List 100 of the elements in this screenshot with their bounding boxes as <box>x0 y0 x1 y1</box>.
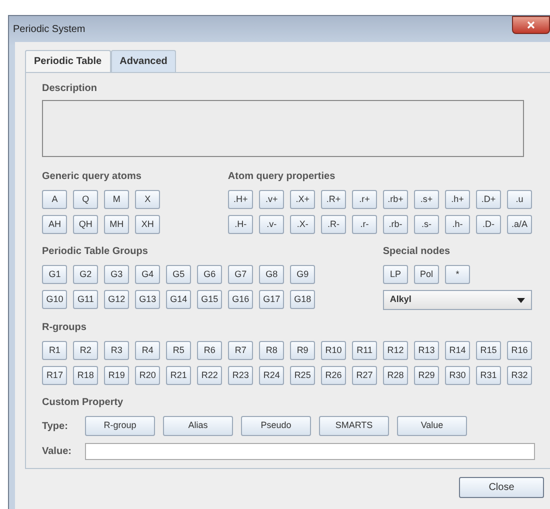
query-button[interactable]: R11 <box>352 341 378 360</box>
close-button[interactable]: Close <box>459 477 544 498</box>
query-button[interactable]: G13 <box>134 290 160 309</box>
query-button[interactable]: R16 <box>506 341 532 360</box>
section-label: Description <box>42 82 98 96</box>
type-button[interactable]: Value <box>397 416 467 436</box>
query-button[interactable]: R18 <box>72 366 98 385</box>
query-button[interactable]: .R- <box>320 215 346 234</box>
query-button[interactable]: .X+ <box>290 190 316 209</box>
caret-icon <box>517 298 526 302</box>
query-button[interactable]: R25 <box>290 366 316 385</box>
tab[interactable]: Advanced <box>110 50 176 72</box>
query-button[interactable]: .v- <box>258 215 284 234</box>
query-button[interactable]: R2 <box>72 341 98 360</box>
query-button[interactable]: G17 <box>258 290 284 309</box>
section-label: Custom Property <box>42 396 124 410</box>
query-button[interactable]: R12 <box>382 341 408 360</box>
query-button[interactable]: R5 <box>166 341 192 360</box>
query-button[interactable]: .r- <box>352 215 378 234</box>
query-button[interactable]: G16 <box>228 290 254 309</box>
query-button[interactable]: R28 <box>382 366 408 385</box>
value-field[interactable] <box>85 443 535 460</box>
query-button[interactable]: .a/A <box>506 215 532 234</box>
query-button[interactable]: R4 <box>134 341 160 360</box>
query-button[interactable]: X <box>134 190 160 209</box>
query-button[interactable]: R15 <box>476 341 502 360</box>
query-button[interactable]: LP <box>382 265 408 284</box>
query-button[interactable]: AH <box>42 215 68 234</box>
query-button[interactable]: R14 <box>444 341 470 360</box>
query-button[interactable]: R7 <box>228 341 254 360</box>
query-button[interactable]: R10 <box>320 341 346 360</box>
query-button[interactable]: R21 <box>166 366 192 385</box>
query-button[interactable]: G1 <box>42 265 68 284</box>
query-button[interactable]: G11 <box>72 290 98 309</box>
query-button[interactable]: G15 <box>196 290 222 309</box>
query-button[interactable]: .rb+ <box>382 190 408 209</box>
query-button[interactable]: .X- <box>290 215 316 234</box>
query-button[interactable]: R29 <box>414 366 440 385</box>
query-button[interactable]: G12 <box>104 290 130 309</box>
query-button[interactable]: R32 <box>506 366 532 385</box>
query-button[interactable]: .r+ <box>352 190 378 209</box>
section-label: Generic query atoms <box>42 170 142 184</box>
query-button[interactable]: R8 <box>258 341 284 360</box>
description-field[interactable] <box>42 100 524 157</box>
tab[interactable]: Periodic Table <box>25 50 111 72</box>
query-button[interactable]: R22 <box>196 366 222 385</box>
query-button[interactable]: R13 <box>414 341 440 360</box>
type-button[interactable]: SMARTS <box>319 416 389 436</box>
dropdown[interactable]: Alkyl <box>382 290 532 310</box>
type-button[interactable]: Alias <box>163 416 233 436</box>
query-button[interactable]: .rb- <box>382 215 408 234</box>
query-button[interactable]: G4 <box>134 265 160 284</box>
query-button[interactable]: G9 <box>290 265 316 284</box>
query-button[interactable]: R9 <box>290 341 316 360</box>
query-button[interactable]: R27 <box>352 366 378 385</box>
query-button[interactable]: .R+ <box>320 190 346 209</box>
query-button[interactable]: A <box>42 190 68 209</box>
query-button[interactable]: QH <box>72 215 98 234</box>
section-label: R-groups <box>42 321 88 335</box>
query-button[interactable]: R23 <box>228 366 254 385</box>
query-button[interactable]: .D- <box>476 215 502 234</box>
query-button[interactable]: G6 <box>196 265 222 284</box>
query-button[interactable]: G18 <box>290 290 316 309</box>
query-button[interactable]: R6 <box>196 341 222 360</box>
query-button[interactable]: R3 <box>104 341 130 360</box>
query-button[interactable]: .s- <box>414 215 440 234</box>
query-button[interactable]: R17 <box>42 366 68 385</box>
close-button[interactable] <box>512 16 550 34</box>
query-button[interactable]: .v+ <box>258 190 284 209</box>
query-button[interactable]: .s+ <box>414 190 440 209</box>
query-button[interactable]: M <box>104 190 130 209</box>
query-button[interactable]: R31 <box>476 366 502 385</box>
query-button[interactable]: R24 <box>258 366 284 385</box>
query-button[interactable]: Pol <box>414 265 440 284</box>
query-button[interactable]: XH <box>134 215 160 234</box>
type-button[interactable]: Pseudo <box>241 416 311 436</box>
query-button[interactable]: G14 <box>166 290 192 309</box>
query-button[interactable]: R26 <box>320 366 346 385</box>
query-button[interactable]: .u <box>506 190 532 209</box>
query-button[interactable]: G10 <box>42 290 68 309</box>
query-button[interactable]: G8 <box>258 265 284 284</box>
query-button[interactable]: .h- <box>444 215 470 234</box>
query-button[interactable]: .D+ <box>476 190 502 209</box>
dropdown-value: Alkyl <box>390 293 412 306</box>
query-button[interactable]: R30 <box>444 366 470 385</box>
query-button[interactable]: Q <box>72 190 98 209</box>
query-button[interactable]: G7 <box>228 265 254 284</box>
query-button[interactable]: R19 <box>104 366 130 385</box>
query-button[interactable]: * <box>444 265 470 284</box>
query-button[interactable]: .H- <box>228 215 254 234</box>
query-button[interactable]: .H+ <box>228 190 254 209</box>
query-button[interactable]: R20 <box>134 366 160 385</box>
query-button[interactable]: G2 <box>72 265 98 284</box>
section-label: Special nodes <box>382 245 452 259</box>
query-button[interactable]: .h+ <box>444 190 470 209</box>
query-button[interactable]: G3 <box>104 265 130 284</box>
query-button[interactable]: G5 <box>166 265 192 284</box>
type-button[interactable]: R-group <box>85 416 155 436</box>
query-button[interactable]: MH <box>104 215 130 234</box>
query-button[interactable]: R1 <box>42 341 68 360</box>
